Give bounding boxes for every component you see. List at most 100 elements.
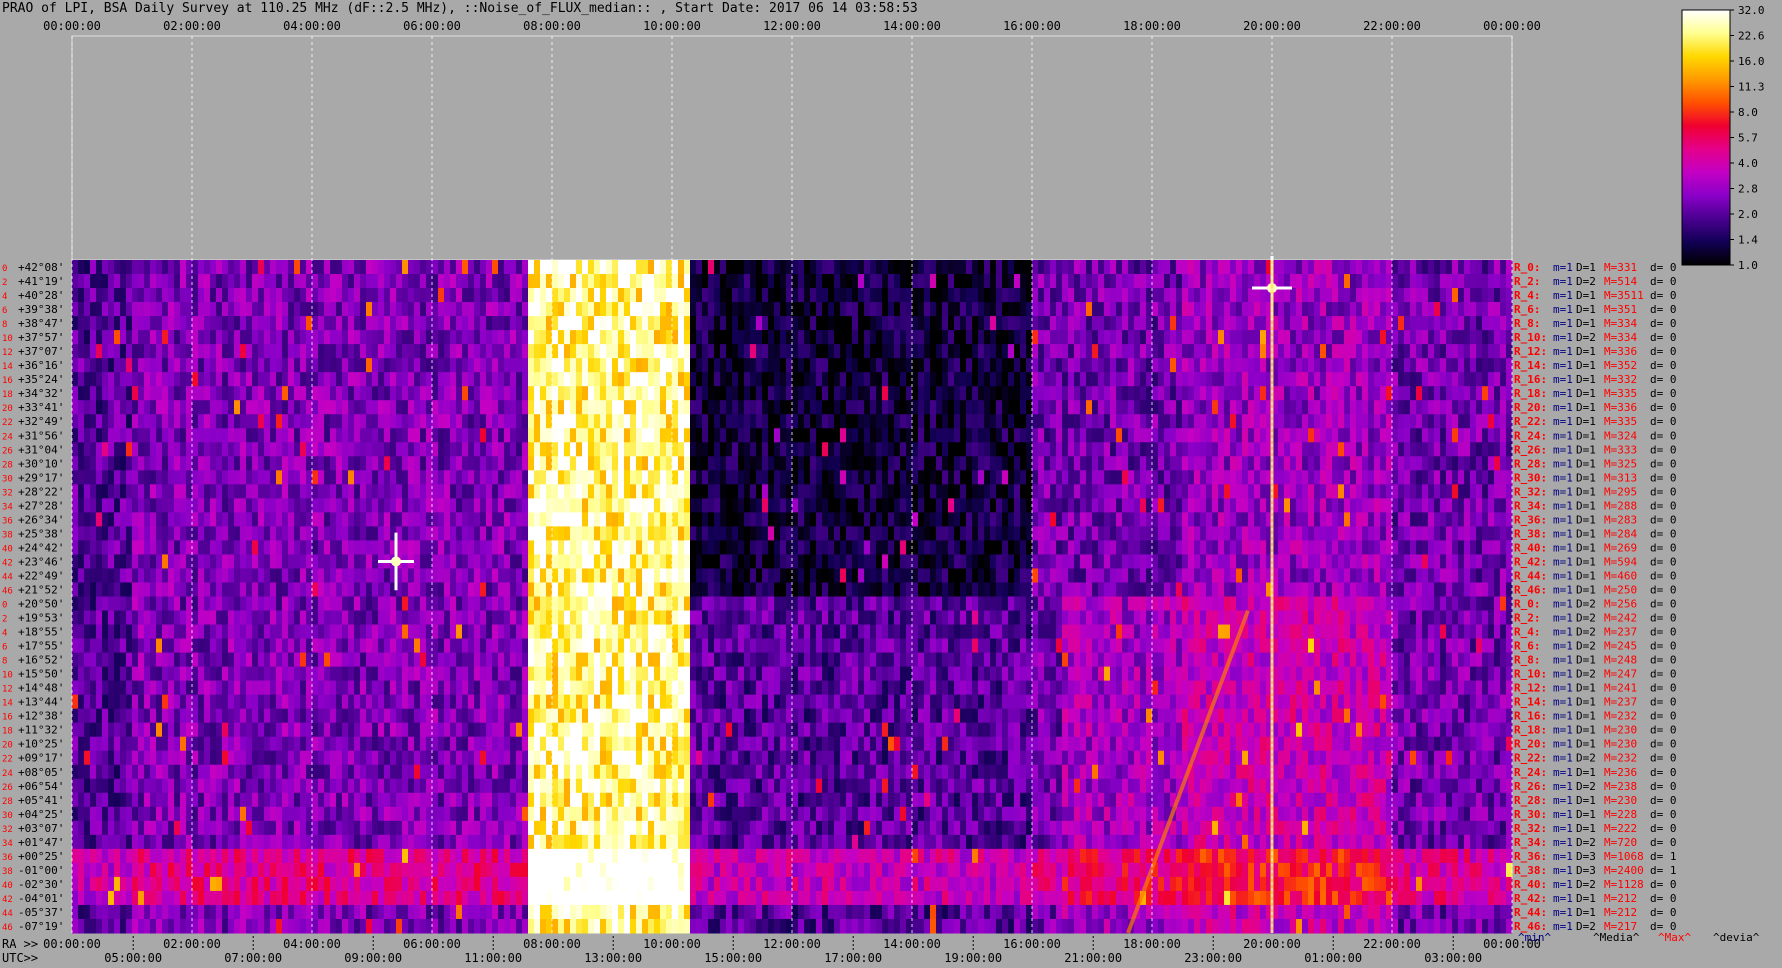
heatmap-cell [1476, 302, 1483, 317]
heatmap-cell [1242, 400, 1249, 415]
heatmap-cell [1338, 498, 1345, 513]
heatmap-cell [1050, 358, 1057, 373]
heatmap-cell [1098, 302, 1105, 317]
heatmap-cell [528, 414, 535, 429]
heatmap-cell [258, 330, 265, 345]
heatmap-cell [1194, 260, 1201, 275]
heatmap-cell [756, 540, 763, 555]
heatmap-cell [408, 442, 415, 457]
heatmap-cell [1152, 400, 1159, 415]
heatmap-cell [504, 260, 511, 275]
heatmap-cell [612, 358, 619, 373]
heatmap-cell [372, 484, 379, 499]
heatmap-cell [450, 386, 457, 401]
heatmap-cell [1260, 498, 1267, 513]
heatmap-cell [1374, 358, 1381, 373]
heatmap-cell [1068, 344, 1075, 359]
heatmap-cell [936, 260, 943, 275]
heatmap-cell [234, 288, 241, 303]
heatmap-cell [396, 260, 403, 275]
heatmap-cell [522, 372, 529, 387]
heatmap-cell [1116, 358, 1123, 373]
heatmap-cell [318, 414, 325, 429]
heatmap-cell [252, 498, 259, 513]
heatmap-cell [294, 456, 301, 471]
heatmap-cell [378, 456, 385, 471]
heatmap-cell [1140, 456, 1147, 471]
heatmap-cell [450, 372, 457, 387]
heatmap-cell [348, 540, 355, 555]
heatmap-cell [930, 386, 937, 401]
heatmap-cell [1152, 330, 1159, 345]
heatmap-cell [282, 358, 289, 373]
heatmap-cell [810, 414, 817, 429]
heatmap-cell [1092, 414, 1099, 429]
heatmap-cell [204, 470, 211, 485]
heatmap-cell [1110, 358, 1117, 373]
heatmap-cell [420, 386, 427, 401]
heatmap-cell [534, 386, 541, 401]
heatmap-cell [144, 484, 151, 499]
heatmap-cell [390, 456, 397, 471]
heatmap-cell [792, 498, 799, 513]
heatmap-cell [402, 456, 409, 471]
heatmap-cell [156, 442, 163, 457]
heatmap-cell [1038, 470, 1045, 485]
heatmap-cell [498, 372, 505, 387]
heatmap-cell [192, 358, 199, 373]
heatmap-cell [408, 330, 415, 345]
heatmap-cell [630, 372, 637, 387]
heatmap-cell [1086, 260, 1093, 275]
heatmap-cell [216, 288, 223, 303]
heatmap-cell [1098, 330, 1105, 345]
heatmap-cell [534, 526, 541, 541]
heatmap-cell [684, 274, 691, 289]
heatmap-cell [312, 484, 319, 499]
heatmap-cell [1116, 428, 1123, 443]
heatmap-cell [1464, 526, 1471, 541]
heatmap-cell [1062, 498, 1069, 513]
heatmap-cell [858, 274, 865, 289]
heatmap-cell [180, 540, 187, 555]
heatmap-cell [1008, 442, 1015, 457]
heatmap-cell [192, 288, 199, 303]
heatmap-cell [1008, 540, 1015, 555]
heatmap-cell [354, 470, 361, 485]
heatmap-cell [1116, 456, 1123, 471]
heatmap-cell [630, 316, 637, 331]
heatmap-cell [834, 442, 841, 457]
heatmap-cell [498, 526, 505, 541]
heatmap-cell [1020, 400, 1027, 415]
heatmap-cell [1344, 400, 1351, 415]
heatmap-cell [180, 302, 187, 317]
heatmap-cell [1362, 498, 1369, 513]
heatmap-cell [780, 414, 787, 429]
heatmap-cell [1170, 400, 1177, 415]
heatmap-cell [168, 414, 175, 429]
heatmap-cell [276, 400, 283, 415]
heatmap-cell [576, 386, 583, 401]
heatmap-cell [1356, 274, 1363, 289]
heatmap-cell [1062, 260, 1069, 275]
heatmap-cell [918, 484, 925, 499]
heatmap-cell [1176, 274, 1183, 289]
heatmap-cell [798, 344, 805, 359]
heatmap-cell [726, 386, 733, 401]
heatmap-cell [318, 372, 325, 387]
heatmap-cell [576, 260, 583, 275]
heatmap-cell [810, 456, 817, 471]
heatmap-cell [360, 414, 367, 429]
heatmap-cell [1248, 456, 1255, 471]
heatmap-cell [486, 372, 493, 387]
heatmap-cell [804, 274, 811, 289]
heatmap-cell [372, 386, 379, 401]
heatmap-cell [1056, 386, 1063, 401]
heatmap-cell [630, 540, 637, 555]
heatmap-cell [660, 400, 667, 415]
heatmap-cell [600, 288, 607, 303]
heatmap-cell [1236, 414, 1243, 429]
heatmap-cell [594, 470, 601, 485]
heatmap-cell [1374, 344, 1381, 359]
heatmap-cell [240, 540, 247, 555]
heatmap-cell [414, 274, 421, 289]
